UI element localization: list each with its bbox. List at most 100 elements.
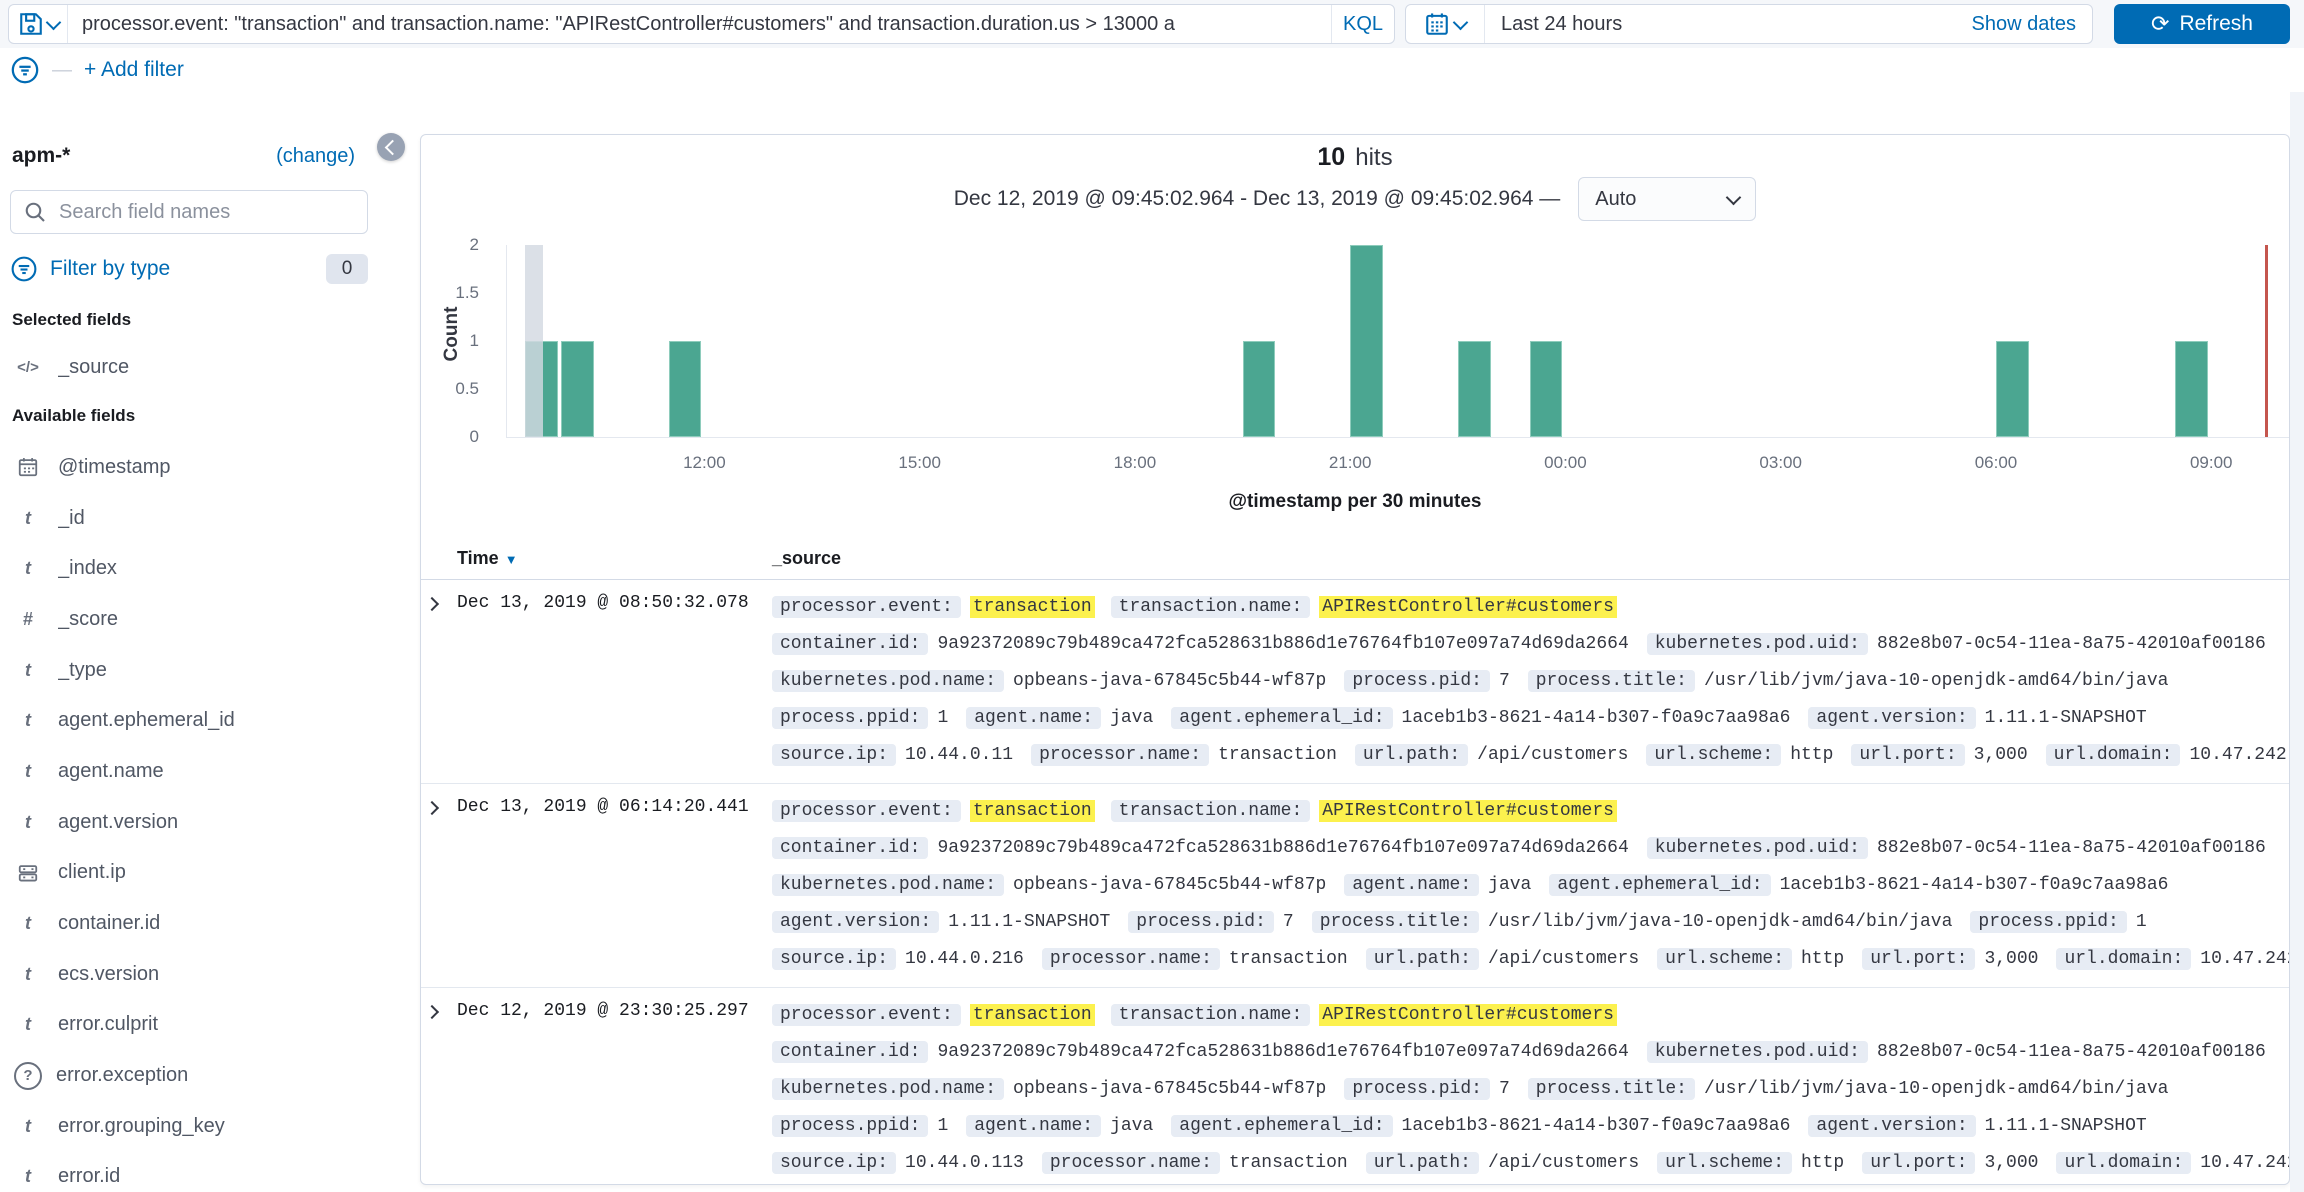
selected-fields-heading: Selected fields xyxy=(12,310,131,330)
sidebar-field-@timestamp[interactable]: @timestamp xyxy=(12,442,390,493)
show-dates-link[interactable]: Show dates xyxy=(1971,5,2092,43)
sidebar-field-agent.ephemeral_id[interactable]: tagent.ephemeral_id xyxy=(12,695,390,746)
change-index-link[interactable]: (change) xyxy=(276,145,355,168)
x-axis-tick-label: 21:00 xyxy=(1329,453,1372,473)
sidebar-field-_source[interactable]: </> _source xyxy=(12,342,390,393)
field-value: /usr/lib/jvm/java-10-openjdk-amd64/bin/j… xyxy=(1704,1079,2168,1099)
date-quick-select-button[interactable] xyxy=(1406,5,1485,43)
add-filter-link[interactable]: + Add filter xyxy=(84,58,184,82)
field-value: /api/customers xyxy=(1488,949,1639,969)
histogram-bar[interactable] xyxy=(1350,245,1383,437)
query-input[interactable]: processor.event: "transaction" and trans… xyxy=(68,5,1331,43)
histogram-bar[interactable] xyxy=(1996,341,2029,437)
sort-desc-icon[interactable]: ▼ xyxy=(505,552,518,567)
top-query-bar: processor.event: "transaction" and trans… xyxy=(0,0,2304,48)
field-name-pill: url.path: xyxy=(1355,744,1468,766)
field-name-pill: agent.version: xyxy=(1808,707,1975,729)
field-name-pill: url.scheme: xyxy=(1657,948,1792,970)
expand-row-button[interactable] xyxy=(427,996,457,1181)
time-range-value[interactable]: Last 24 hours xyxy=(1485,5,1971,43)
sidebar-field-error.exception[interactable]: ?error.exception xyxy=(12,1050,390,1101)
sidebar-field-_score[interactable]: # _score xyxy=(12,594,390,645)
sidebar-field-_type[interactable]: t_type xyxy=(12,645,390,696)
field-name-pill: agent.name: xyxy=(966,707,1101,729)
field-label: error.grouping_key xyxy=(58,1115,225,1138)
field-value: 1.11.1-SNAPSHOT xyxy=(1985,1116,2147,1136)
source-column-header: _source xyxy=(772,548,2289,569)
field-label: _source xyxy=(58,356,129,379)
field-value: transaction xyxy=(1229,949,1348,969)
save-icon xyxy=(18,11,44,37)
field-label: _score xyxy=(58,608,118,631)
histogram-bar[interactable] xyxy=(561,341,594,437)
histogram-bar[interactable] xyxy=(1243,341,1276,437)
field-value: opbeans-java-67845c5b44-wf87p xyxy=(1013,671,1326,691)
saved-query-menu-button[interactable] xyxy=(9,5,68,43)
x-axis-tick-label: 06:00 xyxy=(1975,453,2018,473)
field-value: 1.11.1-SNAPSHOT xyxy=(948,912,1110,932)
filter-bar: — + Add filter xyxy=(0,48,2304,92)
field-value: /usr/lib/jvm/java-10-openjdk-amd64/bin/j… xyxy=(1488,912,1952,932)
field-value: http xyxy=(1790,745,1833,765)
sidebar-field-error.grouping_key[interactable]: terror.grouping_key xyxy=(12,1101,390,1152)
field-label: @timestamp xyxy=(58,456,171,479)
sidebar-field-agent.name[interactable]: tagent.name xyxy=(12,746,390,797)
histogram-bar[interactable] xyxy=(2175,341,2208,437)
field-name-pill: process.pid: xyxy=(1128,911,1274,933)
histogram-partial-bar[interactable] xyxy=(525,245,543,437)
sidebar-field-ecs.version[interactable]: tecs.version xyxy=(12,949,390,1000)
current-time-marker xyxy=(2265,245,2268,437)
y-axis-tick-label: 0.5 xyxy=(455,379,479,399)
field-value: java xyxy=(1488,875,1531,895)
sidebar-field-_id[interactable]: t_id xyxy=(12,493,390,544)
query-text: processor.event: "transaction" and trans… xyxy=(82,13,1175,36)
collapse-sidebar-button[interactable] xyxy=(377,133,405,161)
sidebar-field-error.id[interactable]: terror.id xyxy=(12,1152,390,1192)
refresh-button[interactable]: ⟳ Refresh xyxy=(2114,4,2290,44)
histogram-chart[interactable]: 12:0015:0018:0021:0000:0003:0006:0009:00 xyxy=(506,245,2290,438)
expand-row-button[interactable] xyxy=(427,792,457,977)
expand-row-button[interactable] xyxy=(427,588,457,773)
field-value: 7 xyxy=(1283,912,1294,932)
x-axis-tick-label: 18:00 xyxy=(1114,453,1157,473)
row-timestamp: Dec 13, 2019 @ 06:14:20.441 xyxy=(457,792,772,977)
field-search-box[interactable] xyxy=(10,190,368,234)
field-name-pill: url.scheme: xyxy=(1646,744,1781,766)
filter-by-type-link[interactable]: Filter by type xyxy=(50,257,314,281)
field-name-pill: url.domain: xyxy=(2046,744,2181,766)
source-line: kubernetes.pod.name:opbeans-java-67845c5… xyxy=(772,1070,2289,1107)
sidebar-field-agent.version[interactable]: tagent.version xyxy=(12,797,390,848)
interval-value: Auto xyxy=(1595,188,1636,211)
field-value: 882e8b07-0c54-11ea-8a75-42010af00186 xyxy=(1877,634,2266,654)
y-axis-tick-label: 1 xyxy=(470,331,479,351)
histogram-bar[interactable] xyxy=(1458,341,1491,437)
discover-page: processor.event: "transaction" and trans… xyxy=(0,0,2304,1192)
histogram-bar[interactable] xyxy=(1530,341,1563,437)
field-value: 10.47.242.108 xyxy=(2200,949,2289,969)
field-value: /api/customers xyxy=(1488,1153,1639,1173)
date-picker[interactable]: Last 24 hours Show dates xyxy=(1405,4,2093,44)
field-name-pill: agent.name: xyxy=(966,1115,1101,1137)
field-value: 1.11.1-SNAPSHOT xyxy=(1985,708,2147,728)
histogram-bar[interactable] xyxy=(669,341,702,437)
sidebar-field-client.ip[interactable]: client.ip xyxy=(12,848,390,899)
number-field-icon: # xyxy=(12,609,44,630)
source-line: processor.event:transactiontransaction.n… xyxy=(772,588,2289,625)
filter-icon[interactable] xyxy=(10,55,40,85)
field-name-pill: url.port: xyxy=(1862,948,1975,970)
query-language-button[interactable]: KQL xyxy=(1331,5,1394,43)
field-search-input[interactable] xyxy=(57,200,355,225)
sidebar-field-_index[interactable]: t_index xyxy=(12,543,390,594)
field-name-pill: process.pid: xyxy=(1344,670,1490,692)
time-column-header[interactable]: Time▼ xyxy=(457,548,772,569)
sidebar-field-container.id[interactable]: tcontainer.id xyxy=(12,898,390,949)
field-name-pill: processor.event: xyxy=(772,596,961,618)
sidebar-field-error.culprit[interactable]: terror.culprit xyxy=(12,1000,390,1051)
search-icon xyxy=(23,200,47,224)
query-bar[interactable]: processor.event: "transaction" and trans… xyxy=(8,4,1395,44)
chevron-down-icon xyxy=(45,14,61,30)
x-axis-tick-label: 12:00 xyxy=(683,453,726,473)
source-field-icon: </> xyxy=(12,359,44,376)
interval-select[interactable]: Auto xyxy=(1578,177,1756,221)
chevron-right-icon xyxy=(425,1005,439,1019)
